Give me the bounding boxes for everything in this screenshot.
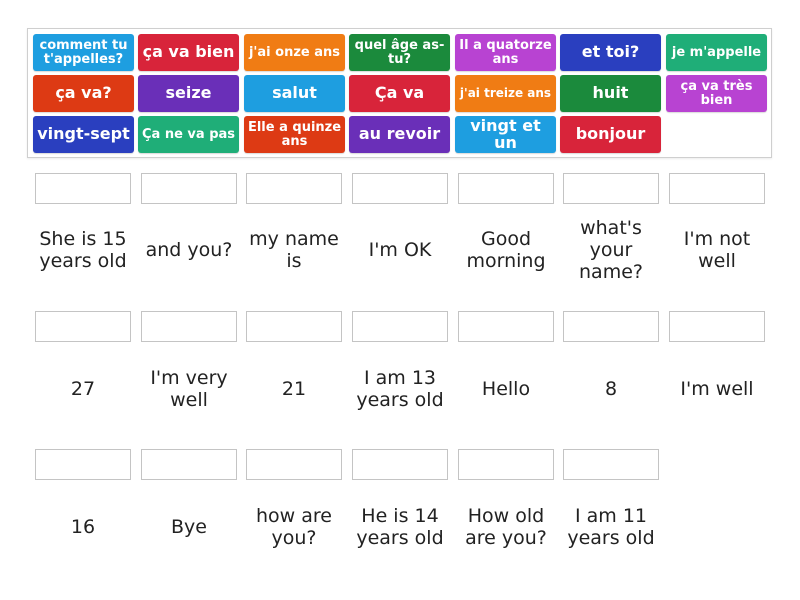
answer-tile[interactable]: au revoir	[349, 116, 450, 153]
answer-tile[interactable]: et toi?	[560, 34, 661, 71]
answer-tile[interactable]: quel âge as-tu?	[349, 34, 450, 71]
prompt-label: Good morning	[466, 228, 546, 272]
drop-slot[interactable]	[563, 173, 659, 204]
answer-tile[interactable]: vingt et un	[455, 116, 556, 153]
prompt-label: 8	[604, 378, 618, 400]
prompt-label: I am 13 years old	[356, 367, 444, 411]
answer-tile[interactable]: ça va?	[33, 75, 134, 112]
prompt-label: Hello	[481, 378, 531, 400]
answer-tile[interactable]: ça va très bien	[666, 75, 767, 112]
answer-tile[interactable]: Il a quatorze ans	[455, 34, 556, 71]
answer-tile[interactable]: j'ai onze ans	[244, 34, 345, 71]
drop-slot[interactable]	[35, 449, 131, 480]
answer-tile[interactable]: salut	[244, 75, 345, 112]
drop-slot[interactable]	[669, 173, 765, 204]
drop-slot[interactable]	[352, 311, 448, 342]
prompt-label: 27	[70, 378, 96, 400]
answer-tile[interactable]: je m'appelle	[666, 34, 767, 71]
drop-slot[interactable]	[246, 173, 342, 204]
drop-slot[interactable]	[352, 449, 448, 480]
prompt-label: I'm not well	[683, 228, 751, 272]
prompt-label: and you?	[145, 239, 233, 261]
tile-bank: comment tu t'appelles? ça va bien j'ai onz…	[27, 28, 772, 158]
answer-tile[interactable]: Ça va	[349, 75, 450, 112]
drop-slot[interactable]	[669, 311, 765, 342]
answer-tile[interactable]: vingt-sept	[33, 116, 134, 153]
prompt-label: I'm very well	[150, 367, 228, 411]
prompt-label: 21	[281, 378, 307, 400]
drop-slot[interactable]	[352, 173, 448, 204]
prompt-label: what's your name?	[579, 217, 643, 283]
drop-slot[interactable]	[141, 311, 237, 342]
prompt-label: He is 14 years old	[356, 505, 444, 549]
prompt-label: How old are you?	[465, 505, 547, 549]
answer-tile[interactable]: bonjour	[560, 116, 661, 153]
prompt-label: She is 15 years old	[39, 228, 127, 272]
drop-slot[interactable]	[141, 449, 237, 480]
prompt-label: I'm OK	[368, 239, 432, 261]
drop-slot[interactable]	[458, 173, 554, 204]
prompt-label: how are you?	[256, 505, 332, 549]
drop-slot[interactable]	[246, 449, 342, 480]
answer-tile[interactable]: Elle a quinze ans	[244, 116, 345, 153]
answer-tile[interactable]: seize	[138, 75, 239, 112]
prompt-label: I am 11 years old	[567, 505, 655, 549]
answer-tile[interactable]: comment tu t'appelles?	[33, 34, 134, 71]
drop-slot[interactable]	[563, 449, 659, 480]
drop-slot[interactable]	[458, 449, 554, 480]
drop-slot[interactable]	[563, 311, 659, 342]
answer-tile[interactable]: huit	[560, 75, 661, 112]
drop-slot[interactable]	[35, 311, 131, 342]
prompt-label: my name is	[249, 228, 339, 272]
answer-tile[interactable]: ça va bien	[138, 34, 239, 71]
drop-slot[interactable]	[246, 311, 342, 342]
prompt-label: Bye	[171, 516, 207, 538]
answer-tile[interactable]: j'ai treize ans	[455, 75, 556, 112]
prompt-label: 16	[70, 516, 96, 538]
drop-slot[interactable]	[141, 173, 237, 204]
answer-tile[interactable]: Ça ne va pas	[138, 116, 239, 153]
drop-slot[interactable]	[458, 311, 554, 342]
drop-slot[interactable]	[35, 173, 131, 204]
prompt-label: I'm well	[680, 378, 754, 400]
